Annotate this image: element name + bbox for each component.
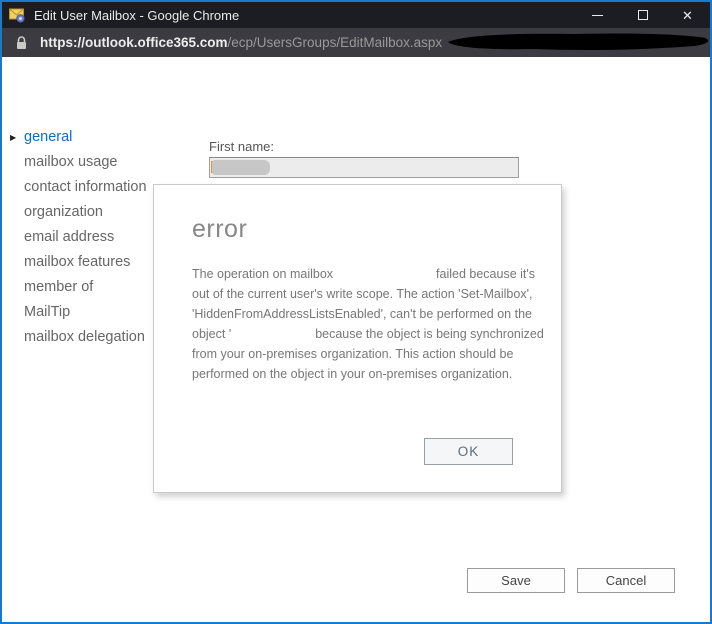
- minimize-button[interactable]: [575, 2, 620, 28]
- window-title: Edit User Mailbox - Google Chrome: [34, 7, 240, 23]
- page-content: ▶ general mailbox usage contact information…: [2, 57, 710, 622]
- sidebar-item-member-of[interactable]: member of: [10, 275, 170, 300]
- url-path: /ecp/UsersGroups/EditMailbox.aspx: [227, 35, 443, 50]
- url-domain: https://outlook.office365.com: [40, 35, 228, 50]
- ok-button[interactable]: OK: [424, 438, 513, 465]
- sidebar-item-mailbox-usage[interactable]: mailbox usage: [10, 150, 170, 175]
- title-bar: Edit User Mailbox - Google Chrome ✕: [2, 2, 710, 28]
- sidebar-item-label: mailbox features: [24, 254, 131, 270]
- error-message-part1: The operation on mailbox: [192, 267, 334, 281]
- cancel-button[interactable]: Cancel: [577, 568, 675, 593]
- sidebar-item-label: member of: [24, 279, 94, 295]
- url-text: https://outlook.office365.com/ecp/UsersG…: [40, 35, 442, 50]
- sidebar-item-contact-information[interactable]: contact information: [10, 175, 170, 200]
- error-dialog: error The operation on mailbox failed be…: [153, 184, 562, 493]
- sidebar-item-label: MailTip: [24, 304, 71, 320]
- close-button[interactable]: ✕: [665, 2, 710, 28]
- mailbox-favicon-icon: [9, 8, 25, 23]
- error-message-part3: because the object is being synchronized…: [192, 327, 544, 381]
- sidebar-item-mailbox-delegation[interactable]: mailbox delegation: [10, 325, 170, 350]
- redacted-mailbox-name: [337, 277, 433, 278]
- sidebar-item-label: mailbox delegation: [24, 329, 145, 345]
- selected-arrow-icon: ▶: [10, 133, 17, 142]
- error-dialog-title: error: [192, 215, 248, 243]
- sidebar-item-label: mailbox usage: [24, 154, 118, 170]
- maximize-icon: [637, 10, 648, 20]
- redacted-first-name: [212, 160, 270, 175]
- first-name-input[interactable]: [209, 157, 519, 178]
- redaction-scribble: [448, 33, 709, 50]
- sidebar-item-label: organization: [24, 204, 103, 220]
- sidebar-nav: ▶ general mailbox usage contact information…: [10, 125, 170, 350]
- save-button[interactable]: Save: [467, 568, 565, 593]
- browser-window: Edit User Mailbox - Google Chrome ✕ http…: [0, 0, 712, 624]
- redacted-object-name: [235, 337, 312, 338]
- first-name-label: First name:: [209, 139, 275, 154]
- sidebar-item-label: email address: [24, 229, 115, 245]
- sidebar-item-mailbox-features[interactable]: mailbox features: [10, 250, 170, 275]
- address-bar[interactable]: https://outlook.office365.com/ecp/UsersG…: [2, 28, 710, 57]
- maximize-button[interactable]: [620, 2, 665, 28]
- window-controls: ✕: [575, 2, 710, 28]
- sidebar-item-mailtip[interactable]: MailTip: [10, 300, 170, 325]
- sidebar-item-label: general: [24, 129, 73, 145]
- sidebar-item-email-address[interactable]: email address: [10, 225, 170, 250]
- close-icon: ✕: [682, 7, 693, 23]
- sidebar-item-label: contact information: [24, 179, 147, 195]
- lock-icon[interactable]: [16, 35, 27, 50]
- error-message: The operation on mailbox failed because …: [192, 264, 544, 384]
- sidebar-item-general[interactable]: ▶ general: [10, 125, 170, 150]
- minimize-icon: [592, 14, 603, 16]
- sidebar-item-organization[interactable]: organization: [10, 200, 170, 225]
